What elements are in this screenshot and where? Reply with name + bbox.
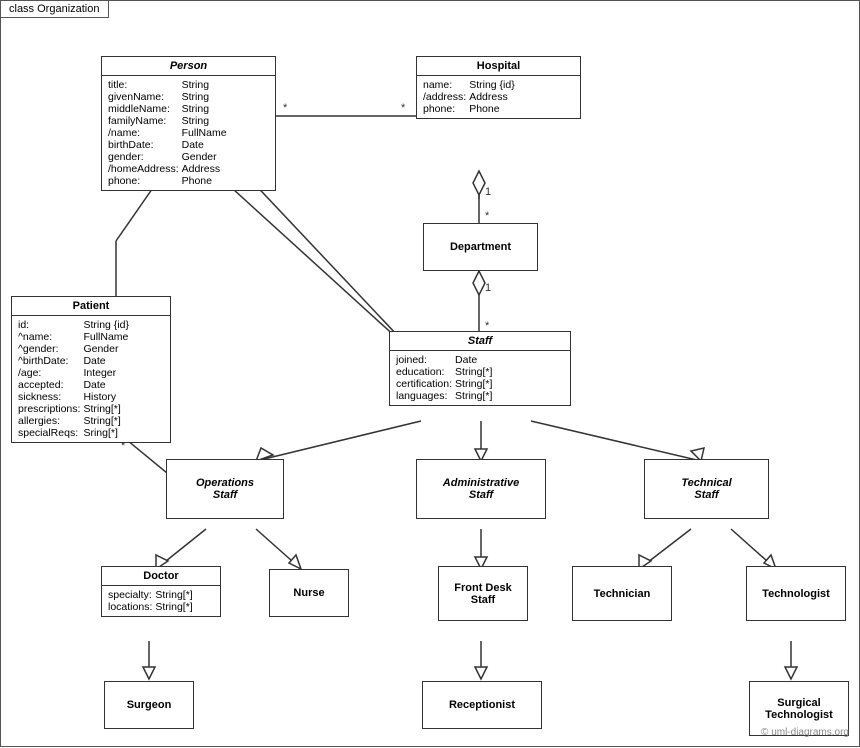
class-person-body: title:String givenName:String middleName… [102,76,275,190]
class-surgeon: Surgeon [104,681,194,729]
svg-text:1: 1 [485,282,491,294]
class-doctor: Doctor specialty:String[*] locations:Str… [101,566,221,617]
diagram-label: class Organization [1,1,109,18]
svg-text:*: * [283,102,288,114]
class-nurse: Nurse [269,569,349,617]
class-technologist: Technologist [746,566,846,621]
class-patient: Patient id:String {id} ^name:FullName ^g… [11,296,171,443]
class-department-title: Department [450,241,511,253]
class-technical-staff: TechnicalStaff [644,459,769,519]
class-patient-title: Patient [12,297,170,316]
class-staff: Staff joined:Date education:String[*] ce… [389,331,571,406]
class-hospital: Hospital name:String {id} /address:Addre… [416,56,581,119]
class-operations-staff: OperationsStaff [166,459,284,519]
class-administrative-staff: AdministrativeStaff [416,459,546,519]
svg-text:*: * [401,102,406,114]
class-hospital-title: Hospital [417,57,580,76]
class-person-title: Person [102,57,275,76]
class-front-desk-staff: Front DeskStaff [438,566,528,621]
svg-text:1: 1 [485,186,491,198]
class-staff-title: Staff [390,332,570,351]
class-patient-body: id:String {id} ^name:FullName ^gender:Ge… [12,316,170,442]
class-department: Department [423,223,538,271]
svg-text:*: * [485,210,490,222]
class-technician: Technician [572,566,672,621]
diagram-container: class Organization * * 1 * 1 * [0,0,860,747]
class-receptionist: Receptionist [422,681,542,729]
class-staff-body: joined:Date education:String[*] certific… [390,351,570,405]
class-doctor-title: Doctor [102,567,220,586]
watermark: © uml-diagrams.org [761,727,849,738]
class-hospital-body: name:String {id} /address:Address phone:… [417,76,580,118]
class-person: Person title:String givenName:String mid… [101,56,276,191]
